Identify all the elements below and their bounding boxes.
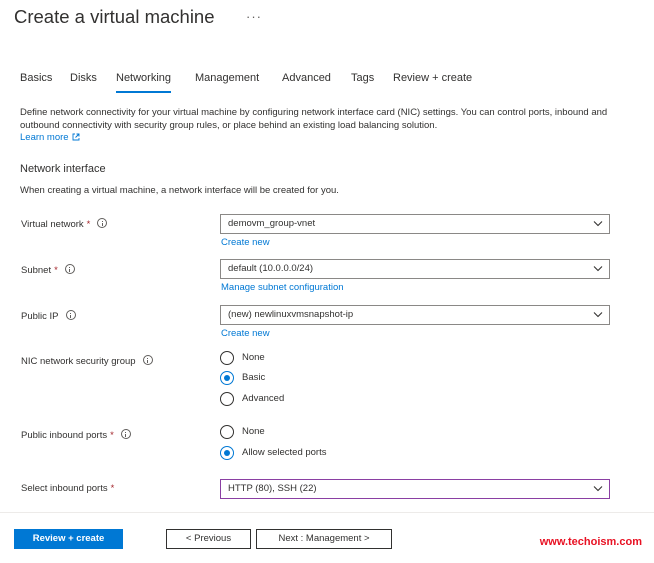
info-icon[interactable]	[97, 218, 108, 228]
create-new-vnet-link[interactable]: Create new	[221, 237, 270, 248]
virtual-network-value: demovm_group-vnet	[228, 218, 316, 229]
radio-circle	[220, 446, 234, 460]
page-title: Create a virtual machine	[14, 6, 215, 27]
public-ip-dropdown[interactable]: (new) newlinuxvmsnapshot-ip	[220, 305, 610, 325]
public-inbound-ports-label-text: Public inbound ports	[21, 430, 108, 441]
info-icon[interactable]	[65, 310, 76, 320]
radio-circle	[220, 351, 234, 365]
required-marker: *	[110, 430, 114, 441]
virtual-network-label: Virtual network *	[21, 218, 108, 230]
required-marker: *	[86, 219, 91, 230]
select-inbound-ports-value: HTTP (80), SSH (22)	[228, 483, 317, 494]
info-icon[interactable]	[142, 355, 153, 365]
select-inbound-ports-dropdown[interactable]: HTTP (80), SSH (22)	[220, 479, 610, 499]
tab-disks[interactable]: Disks	[70, 72, 97, 84]
required-marker: *	[54, 265, 58, 276]
virtual-network-label-text: Virtual network	[21, 219, 84, 230]
footer-divider	[0, 512, 654, 513]
review-create-button[interactable]: Review + create	[14, 529, 123, 549]
public-inbound-ports-label: Public inbound ports *	[21, 429, 131, 441]
subnet-value: default (10.0.0.0/24)	[228, 263, 314, 274]
info-icon[interactable]	[120, 429, 131, 439]
public-ip-label: Public IP	[21, 310, 76, 322]
section-title-network-interface: Network interface	[20, 163, 106, 175]
nic-nsg-label-text: NIC network security group	[21, 356, 136, 367]
public-ip-label-text: Public IP	[21, 311, 59, 322]
tab-advanced[interactable]: Advanced	[282, 72, 331, 84]
tab-basics[interactable]: Basics	[20, 72, 52, 84]
next-management-button[interactable]: Next : Management >	[256, 529, 392, 549]
external-link-icon	[72, 133, 80, 141]
previous-button[interactable]: < Previous	[166, 529, 251, 549]
subnet-dropdown[interactable]: default (10.0.0.0/24)	[220, 259, 610, 279]
radio-label: None	[242, 352, 265, 363]
tab-tags[interactable]: Tags	[351, 72, 374, 84]
section-description: When creating a virtual machine, a netwo…	[20, 185, 339, 196]
radio-label: Basic	[242, 372, 266, 383]
more-options-button[interactable]: ···	[246, 9, 262, 24]
nic-nsg-label: NIC network security group	[21, 355, 153, 367]
chevron-down-icon	[593, 266, 603, 272]
networking-description: Define network connectivity for your vir…	[20, 107, 608, 131]
chevron-down-icon	[593, 486, 603, 492]
tab-management[interactable]: Management	[195, 72, 259, 84]
watermark: www.techoism.com	[539, 536, 642, 548]
info-icon[interactable]	[64, 264, 75, 274]
subnet-label: Subnet *	[21, 264, 75, 276]
radio-circle	[220, 392, 234, 406]
create-new-public-ip-link[interactable]: Create new	[221, 328, 270, 339]
public-ip-value: (new) newlinuxvmsnapshot-ip	[228, 309, 354, 320]
radio-label: Advanced	[242, 393, 285, 404]
subnet-label-text: Subnet	[21, 265, 52, 276]
tab-review-create[interactable]: Review + create	[393, 72, 472, 84]
chevron-down-icon	[593, 312, 603, 318]
tab-networking[interactable]: Networking	[116, 72, 172, 93]
chevron-down-icon	[593, 221, 603, 227]
learn-more-label: Learn more	[20, 132, 69, 143]
select-inbound-ports-label: Select inbound ports *	[21, 483, 114, 494]
manage-subnet-link[interactable]: Manage subnet configuration	[221, 282, 344, 293]
required-marker: *	[110, 483, 115, 494]
radio-label: Allow selected ports	[242, 447, 327, 458]
virtual-network-dropdown[interactable]: demovm_group-vnet	[220, 214, 610, 234]
radio-circle	[220, 425, 234, 439]
learn-more-link[interactable]: Learn more	[20, 132, 80, 143]
radio-circle	[220, 371, 234, 385]
radio-label: None	[242, 426, 265, 437]
select-inbound-ports-label-text: Select inbound ports	[21, 483, 108, 494]
